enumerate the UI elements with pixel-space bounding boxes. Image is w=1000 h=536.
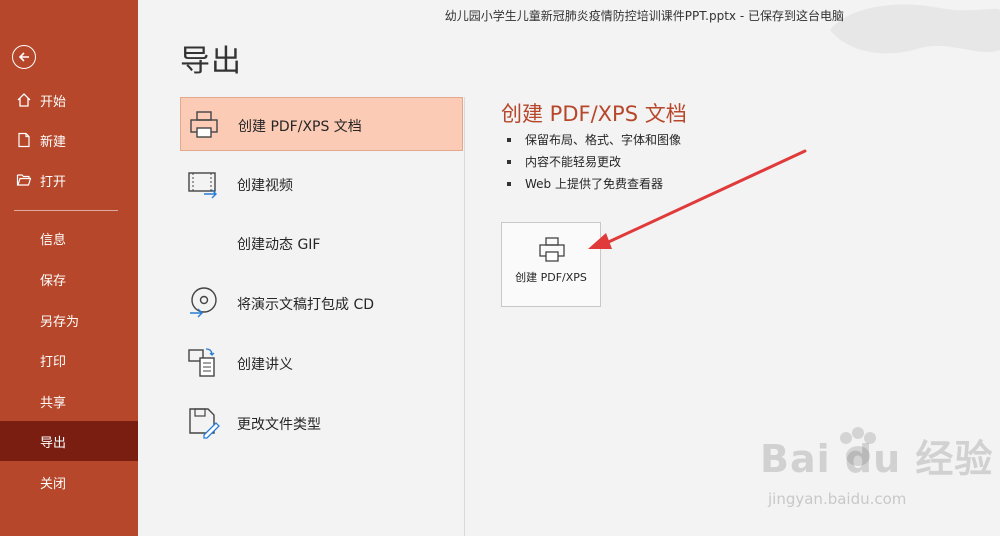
disc-icon <box>190 287 217 318</box>
option-label: 将演示文稿打包成 CD <box>237 297 375 313</box>
option-label: 创建动态 GIF <box>237 237 321 253</box>
list-item: 保留布局、格式、字体和图像 <box>507 129 681 151</box>
sidebar-item-close[interactable]: 关闭 <box>0 462 138 502</box>
option-label: 更改文件类型 <box>237 417 321 433</box>
sidebar-item-label: 共享 <box>40 395 67 411</box>
option-create-handouts[interactable]: 创建讲义 <box>180 336 463 390</box>
folder-open-icon <box>16 174 32 186</box>
watermark-logo-text: Bai du 经验 <box>760 437 994 481</box>
sidebar-item-export[interactable]: 导出 <box>0 421 138 461</box>
sidebar-item-save[interactable]: 保存 <box>0 259 138 299</box>
list-item: 内容不能轻易更改 <box>507 151 681 173</box>
printer-icon <box>190 111 218 138</box>
option-label: 创建视频 <box>237 178 293 194</box>
sidebar-item-label: 关闭 <box>40 476 67 492</box>
paw-logo-icon <box>840 427 876 466</box>
export-options-list: 创建 PDF/XPS 文档 创建视频 创建动态 GIF 将演示文稿打包成 CD … <box>180 97 465 536</box>
sidebar-item-label: 导出 <box>40 435 67 451</box>
detail-title: 创建 PDF/XPS 文档 <box>501 102 687 126</box>
sidebar-item-print[interactable]: 打印 <box>0 340 138 380</box>
home-icon <box>17 93 31 107</box>
option-change-file-type[interactable]: 更改文件类型 <box>180 396 463 450</box>
sidebar-item-new[interactable]: 新建 <box>0 120 138 160</box>
change-type-icon <box>189 408 220 439</box>
handout-icon <box>188 348 215 377</box>
video-icon <box>188 172 217 199</box>
sidebar-item-label: 另存为 <box>40 314 80 330</box>
option-package-cd[interactable]: 将演示文稿打包成 CD <box>180 276 463 330</box>
new-file-icon <box>18 132 30 148</box>
create-pdf-xps-button[interactable]: 创建 PDF/XPS <box>501 222 601 307</box>
detail-bullet-list: 保留布局、格式、字体和图像 内容不能轻易更改 Web 上提供了免费查看器 <box>507 129 681 195</box>
sidebar-item-label: 保存 <box>40 273 67 289</box>
sidebar-item-save-as[interactable]: 另存为 <box>0 300 138 340</box>
sidebar-item-info[interactable]: 信息 <box>0 218 138 258</box>
backstage-sidebar: 开始 新建 打开 信息 保存 另存为 打印 共享 导出 关闭 <box>0 0 138 536</box>
printer-icon <box>539 237 565 262</box>
sidebar-divider <box>14 210 118 211</box>
button-label: 创建 PDF/XPS <box>515 271 587 284</box>
sidebar-item-label: 信息 <box>40 232 67 248</box>
option-label: 创建 PDF/XPS 文档 <box>238 119 362 135</box>
document-title: 幼儿园小学生儿童新冠肺炎疫情防控培训课件PPT.pptx - 已保存到这台电脑 <box>444 9 844 23</box>
sidebar-item-home[interactable]: 开始 <box>0 80 138 120</box>
sidebar-item-label: 打印 <box>40 354 67 370</box>
sidebar-item-share[interactable]: 共享 <box>0 381 138 421</box>
option-create-gif[interactable]: 创建动态 GIF <box>180 216 463 270</box>
option-create-video[interactable]: 创建视频 <box>180 157 463 211</box>
option-label: 创建讲义 <box>237 357 293 373</box>
baidu-watermark: Bai du 经验 jingyan.baidu.com <box>760 427 994 528</box>
sidebar-item-label: 打开 <box>40 174 67 190</box>
list-item: Web 上提供了免费查看器 <box>507 173 681 195</box>
watermark-url: jingyan.baidu.com <box>768 490 907 508</box>
back-button[interactable] <box>12 45 36 69</box>
sidebar-item-label: 开始 <box>40 94 67 110</box>
sidebar-item-open[interactable]: 打开 <box>0 160 138 200</box>
page-title: 导出 <box>180 44 242 79</box>
sidebar-item-label: 新建 <box>40 134 67 150</box>
option-create-pdf-xps[interactable]: 创建 PDF/XPS 文档 <box>180 97 463 151</box>
arrow-left-circle-icon <box>18 52 29 62</box>
